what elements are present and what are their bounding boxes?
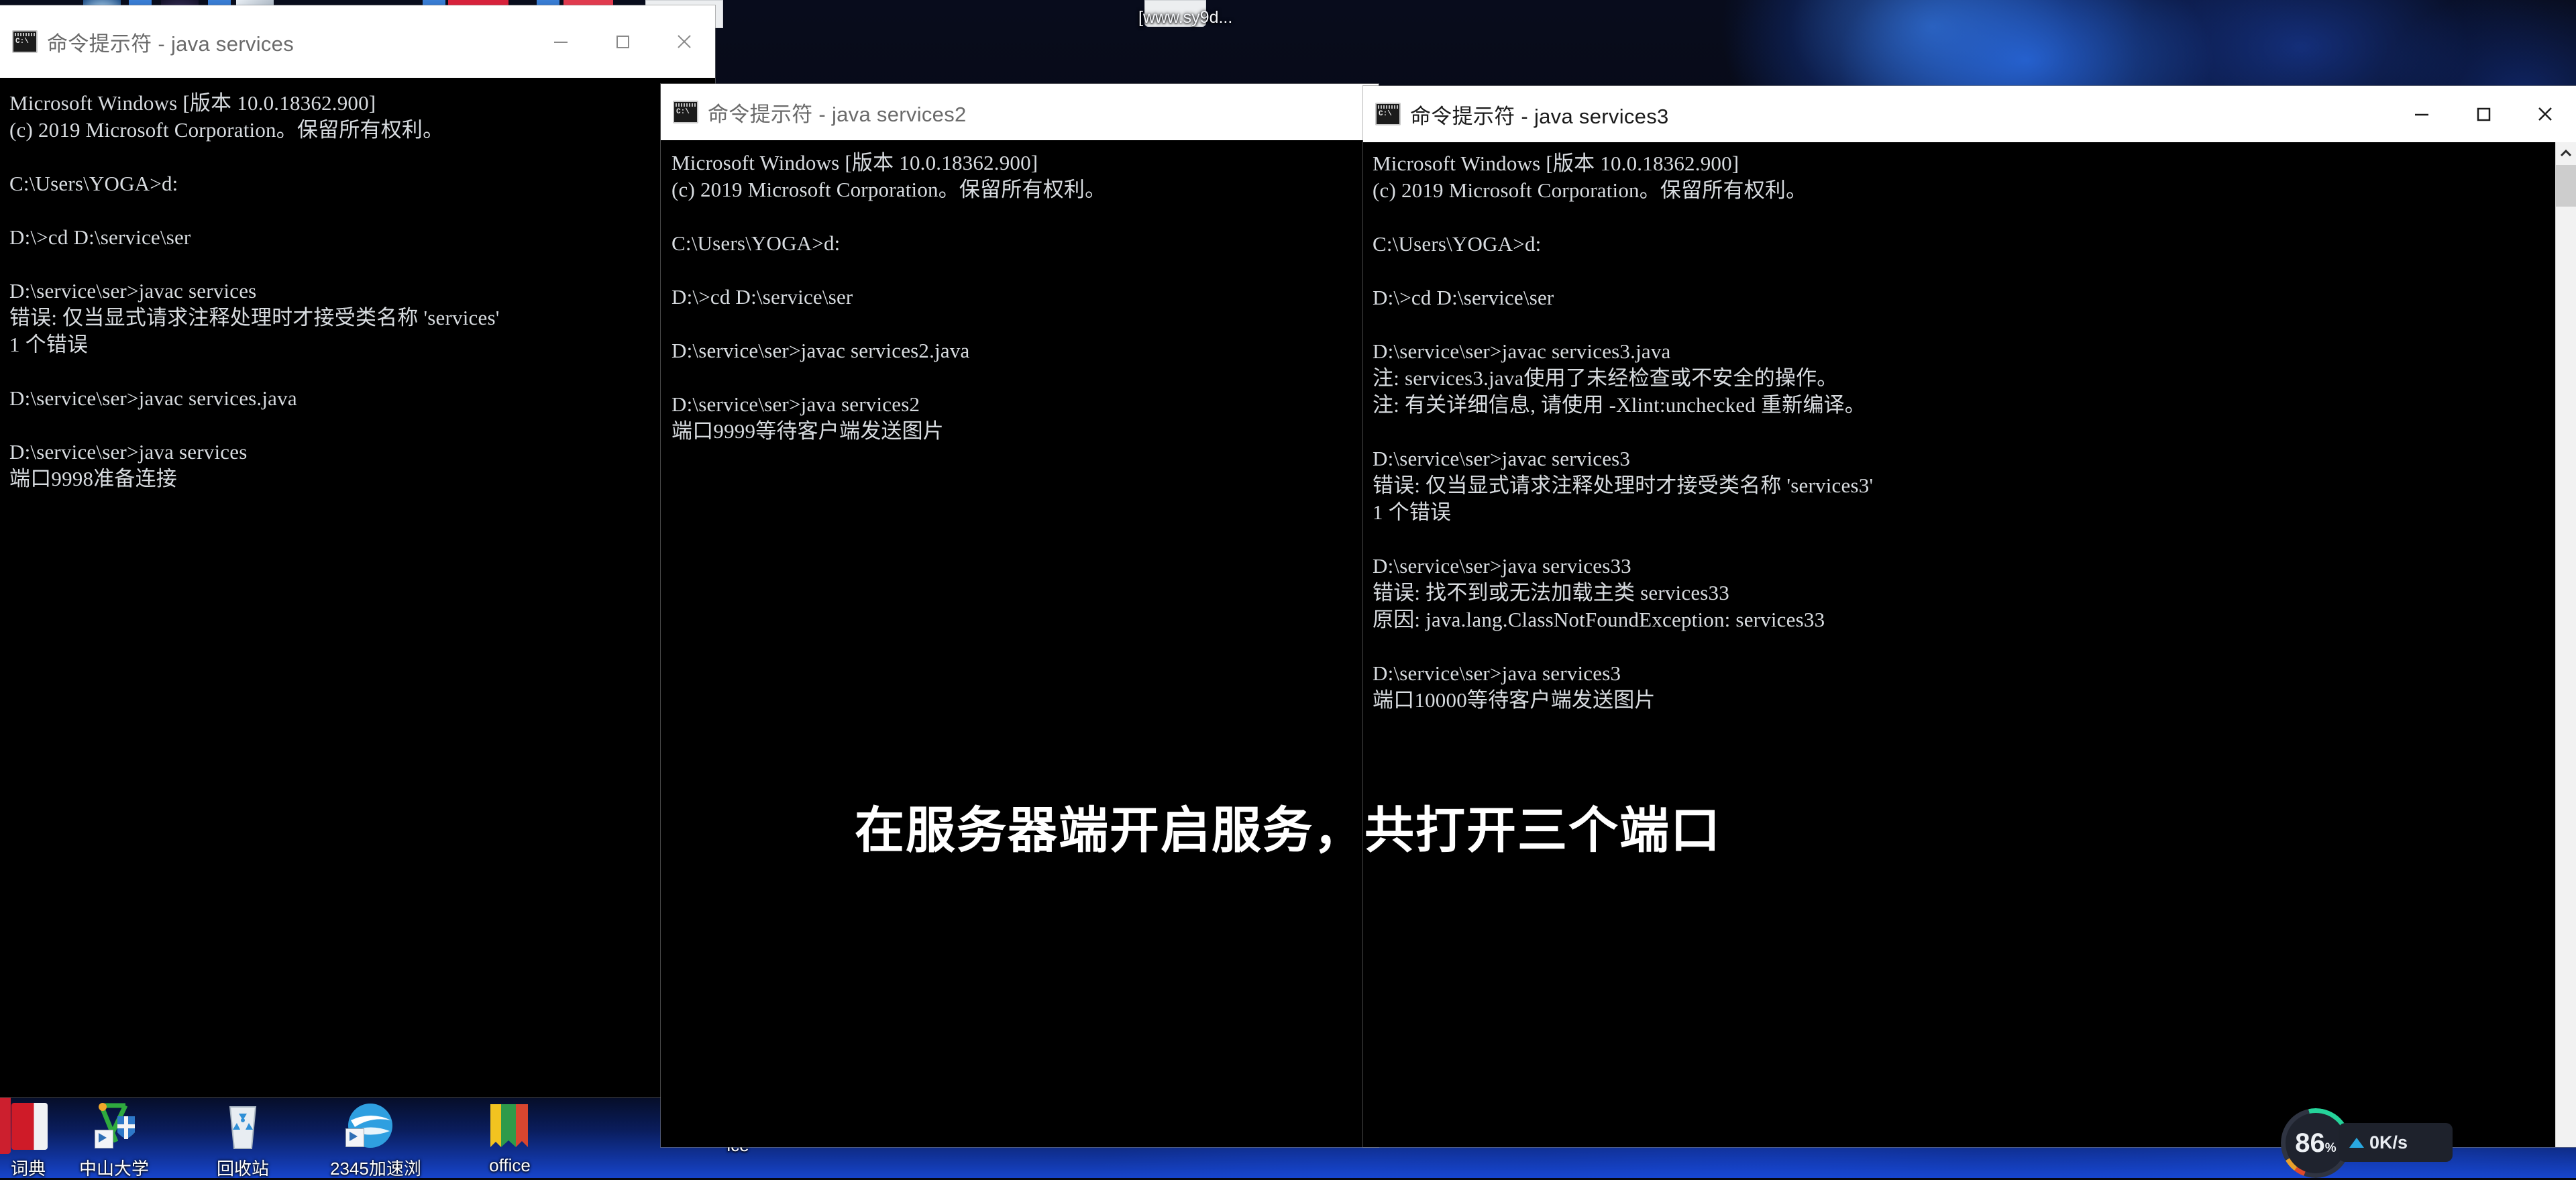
terminal-text: Microsoft Windows [版本 10.0.18362.900] (c… [1373,152,1874,712]
window-cmd-services3[interactable]: 命令提示符 - java services3 Microsoft Windows… [1363,86,2576,1147]
desktop-icon-sun-yat-sen[interactable]: 中山大学 [74,1100,154,1180]
terminal-text: Microsoft Windows [版本 10.0.18362.900] (c… [9,91,500,490]
recycle-bin-icon [217,1100,269,1152]
window-cmd-services[interactable]: 命令提示符 - java services Microsoft Windows … [0,5,715,1097]
desktop-icon-label: 词典 [10,1159,46,1179]
desktop-icon-dictionary[interactable]: 词典 [0,1100,68,1180]
desktop-icon-browser-2345[interactable]: 2345加速浏 [330,1100,421,1180]
cmd-app-icon [1375,103,1401,125]
network-speed-pill: 0K/s [2339,1123,2453,1162]
desktop-icon-label-top: [www.sy9d... [1138,8,1233,27]
upload-arrow-icon [2349,1137,2364,1148]
window-cmd-services2[interactable]: 命令提示符 - java services2 Microsoft Windows… [661,84,1379,1147]
desktop-icon-label: office [489,1155,531,1175]
shortcut-arrow-icon [345,1128,364,1147]
titlebar[interactable]: 命令提示符 - java services3 [1363,86,2576,142]
system-monitor-widget[interactable]: 86% 0K/s [2281,1108,2453,1178]
minimize-button[interactable] [2391,86,2453,142]
close-button[interactable] [653,5,715,78]
cpu-usage-value: 86% [2295,1128,2337,1158]
window-title: 命令提示符 - java services3 [1410,104,1669,128]
desktop-icon-label: 2345加速浏 [330,1159,421,1179]
cpu-gauge-center: 86% [2286,1113,2346,1173]
titlebar[interactable]: 命令提示符 - java services2 [661,84,1379,140]
titlebar[interactable]: 命令提示符 - java services [0,5,715,78]
cmd-app-icon [673,101,698,123]
window-title: 命令提示符 - java services2 [708,102,967,126]
terminal-text: Microsoft Windows [版本 10.0.18362.900] (c… [672,151,1106,443]
terminal-output[interactable]: Microsoft Windows [版本 10.0.18362.900] (c… [1363,142,2556,1147]
maximize-button[interactable] [2453,86,2514,142]
network-speed-value: 0K/s [2369,1132,2408,1152]
office-icon [484,1100,536,1152]
scrollbar-thumb[interactable] [2556,165,2576,207]
desktop-icon-label: 中山大学 [78,1159,149,1179]
scroll-up-arrow-icon[interactable] [2556,142,2576,165]
minimize-button[interactable] [530,5,592,78]
window-title: 命令提示符 - java services [47,32,294,56]
terminal-output[interactable]: Microsoft Windows [版本 10.0.18362.900] (c… [661,140,1379,1147]
window-controls [2391,86,2576,142]
vertical-scrollbar[interactable] [2555,142,2576,1147]
window-controls [530,5,715,78]
maximize-button[interactable] [592,5,653,78]
browser-2345-icon [344,1100,396,1152]
cmd-app-icon [12,30,38,53]
desktop-icon-recycle-bin[interactable]: 回收站 [203,1100,283,1180]
terminal-output[interactable]: Microsoft Windows [版本 10.0.18362.900] (c… [0,78,715,1097]
shortcut-arrow-icon [95,1130,113,1148]
desktop-icon-label: 回收站 [216,1159,269,1179]
dictionary-icon [2,1100,54,1152]
desktop-icon-office[interactable]: office [470,1100,550,1176]
sun-yat-sen-icon [88,1100,140,1152]
close-button[interactable] [2514,86,2576,142]
